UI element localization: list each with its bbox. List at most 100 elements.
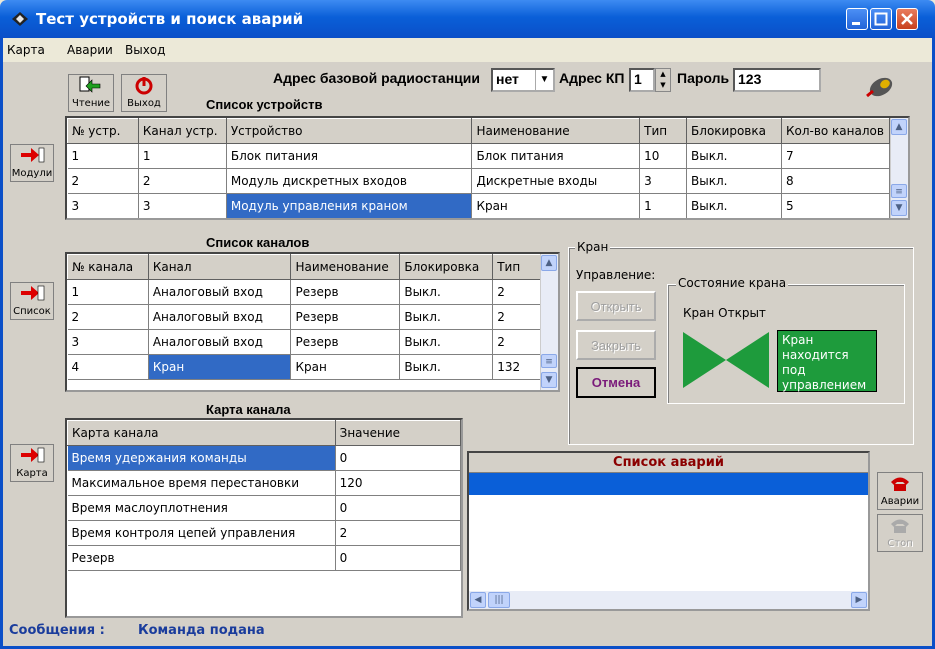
password-field[interactable]: 123 [733,68,821,92]
column-header[interactable]: Канал [147,254,292,280]
cell[interactable]: 2 [335,520,461,546]
cell[interactable]: 3 [639,168,688,194]
column-header[interactable]: Кол-во каналов [780,118,891,144]
cell[interactable]: 3 [138,193,227,218]
column-header[interactable]: Тип [639,118,688,144]
cell[interactable]: 2 [67,304,149,330]
scroll-up-icon[interactable]: ▲ [541,255,557,271]
base-station-select[interactable]: нет ▼ [491,68,555,92]
cell[interactable]: Резерв [290,279,401,305]
read-button[interactable]: Чтение [68,74,114,112]
cell[interactable]: 7 [781,143,891,169]
chevron-down-icon[interactable]: ▼ [535,70,553,90]
cell[interactable]: Выкл. [399,304,494,330]
alarms-hscrollbar[interactable]: ◀ ||| ▶ [469,591,868,609]
channels-scrollbar[interactable]: ▲ ≡ ▼ [540,254,558,390]
cell[interactable]: 2 [492,279,541,305]
list-button[interactable]: Список [10,282,54,320]
cell[interactable]: Кран [471,193,641,218]
cell[interactable]: 10 [639,143,688,169]
column-header[interactable]: Тип [492,254,541,280]
devices-scrollbar[interactable]: ▲ ≡ ▼ [890,118,908,218]
scroll-down-icon[interactable]: ▼ [541,372,557,388]
table-row[interactable]: 4 Кран Кран Выкл. 132 [67,354,541,380]
modules-button[interactable]: Модули [10,144,54,182]
scroll-up-icon[interactable]: ▲ [891,119,907,135]
table-row[interactable]: 2 2 Модуль дискретных входов Дискретные вхо… [67,168,891,194]
table-row[interactable]: 2 Аналоговый вход Резерв Выкл. 2 [67,304,541,330]
cell[interactable]: Дискретные входы [471,168,641,194]
cell[interactable]: 2 [492,329,541,355]
cell[interactable]: Выкл. [399,329,494,355]
cell[interactable]: Модуль дискретных входов [226,168,473,194]
stop-button[interactable]: Стоп [877,514,923,552]
table-row[interactable]: Время маслоуплотнения 0 [67,495,461,521]
cell[interactable]: 0 [335,495,461,521]
column-header[interactable]: № устр. [67,118,139,144]
cell[interactable]: 1 [67,143,139,169]
table-row[interactable]: 1 Аналоговый вход Резерв Выкл. 2 [67,279,541,305]
cell-selected[interactable]: Время удержания команды [67,445,336,471]
table-row[interactable]: Максимальное время перестановки 120 [67,470,461,496]
cell[interactable]: Максимальное время перестановки [67,470,336,496]
column-header[interactable]: Канал устр. [137,118,227,144]
cell[interactable]: Аналоговый вход [148,329,292,355]
scroll-thumb[interactable]: ≡ [891,184,907,198]
cell[interactable]: 1 [138,143,227,169]
table-row[interactable]: Резерв 0 [67,545,461,571]
scroll-down-icon[interactable]: ▼ [891,200,907,216]
cell[interactable]: 5 [781,193,891,218]
scroll-left-icon[interactable]: ◀ [470,592,486,608]
scroll-right-icon[interactable]: ▶ [851,592,867,608]
table-row[interactable]: 3 3 Модуль управления краном Кран 1 Выкл. 5 [67,193,891,218]
cell[interactable]: Резерв [290,329,401,355]
cell[interactable]: Выкл. [686,168,782,194]
scroll-thumb[interactable]: ≡ [541,354,557,368]
table-row[interactable]: Время удержания команды 0 [67,445,461,471]
cell[interactable]: 2 [67,168,139,194]
column-header[interactable]: № канала [67,254,149,280]
column-header[interactable]: Наименование [290,254,401,280]
cell[interactable]: 0 [335,545,461,571]
cell[interactable]: Время контроля цепей управления [67,520,336,546]
cell[interactable]: 1 [639,193,688,218]
cell[interactable]: Блок питания [226,143,473,169]
cell[interactable]: Аналоговый вход [148,279,292,305]
map-button[interactable]: Карта [10,444,54,482]
scroll-thumb[interactable]: ||| [488,592,510,608]
open-button[interactable]: Открыть [576,291,656,321]
cell[interactable]: Выкл. [686,143,782,169]
cell[interactable]: 4 [67,354,149,380]
column-header[interactable]: Карта канала [67,420,336,446]
maximize-button[interactable] [870,8,892,30]
cell-selected[interactable]: Модуль управления краном [226,193,473,218]
cell[interactable]: Резерв [290,304,401,330]
exit-button[interactable]: Выход [121,74,167,112]
close-button[interactable] [896,8,918,30]
cell[interactable]: Выкл. [686,193,782,218]
table-row[interactable]: Время контроля цепей управления 2 [67,520,461,546]
cell[interactable]: Выкл. [399,354,494,380]
cell[interactable]: Блок питания [471,143,641,169]
cell[interactable]: Выкл. [399,279,494,305]
cell[interactable]: Резерв [67,545,336,571]
table-row[interactable]: 3 Аналоговый вход Резерв Выкл. 2 [67,329,541,355]
column-header[interactable]: Устройство [225,118,473,144]
cell[interactable]: Аналоговый вход [148,304,292,330]
table-row[interactable]: 1 1 Блок питания Блок питания 10 Выкл. 7 [67,143,891,169]
cell[interactable]: 3 [67,193,139,218]
cell[interactable]: Время маслоуплотнения [67,495,336,521]
cell[interactable]: 120 [335,470,461,496]
cell[interactable]: 1 [67,279,149,305]
cell[interactable]: 0 [335,445,461,471]
kp-address-spinner[interactable]: ▲ ▼ [655,68,671,92]
column-header[interactable]: Наименование [471,118,641,144]
minimize-button[interactable] [846,8,868,30]
cell[interactable]: 2 [138,168,227,194]
column-header[interactable]: Блокировка [399,254,494,280]
cell[interactable]: 8 [781,168,891,194]
kp-address-field[interactable]: 1 [629,68,655,92]
close-valve-button[interactable]: Закрыть [576,330,656,360]
cell[interactable]: 3 [67,329,149,355]
cell[interactable]: 132 [492,354,541,380]
